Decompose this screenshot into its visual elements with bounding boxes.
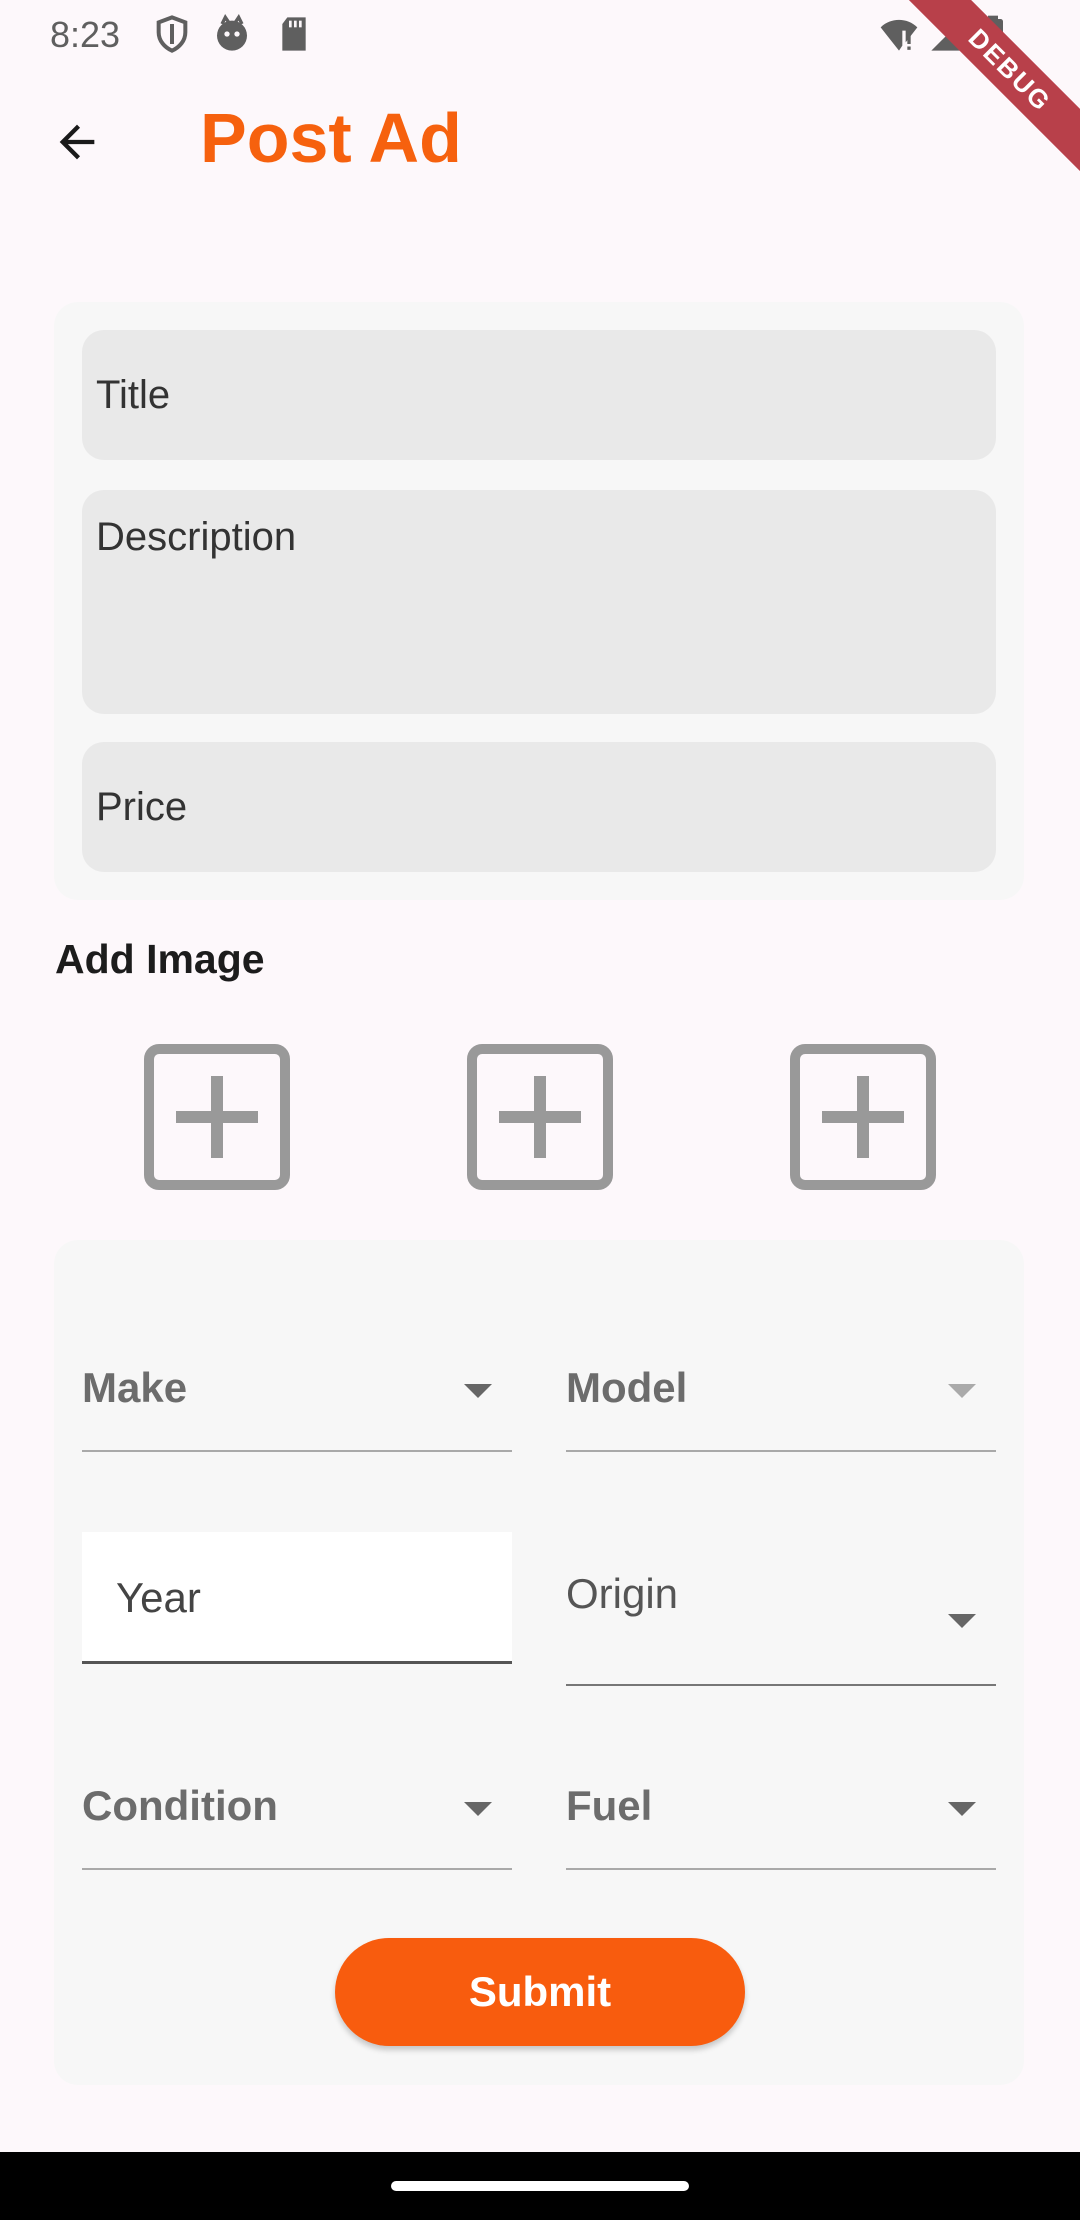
chevron-down-icon xyxy=(948,1384,976,1398)
chevron-down-icon xyxy=(464,1384,492,1398)
add-image-button-1[interactable] xyxy=(144,1044,290,1190)
chevron-down-icon xyxy=(464,1802,492,1816)
origin-underline xyxy=(566,1684,996,1686)
fuel-label: Fuel xyxy=(566,1782,653,1829)
chevron-down-icon xyxy=(948,1614,976,1628)
chevron-down-icon xyxy=(948,1802,976,1816)
add-image-button-3[interactable] xyxy=(790,1044,936,1190)
description-input[interactable]: Description xyxy=(82,490,996,714)
arrow-back-icon xyxy=(59,124,95,160)
price-input[interactable]: Price xyxy=(82,742,996,872)
submit-button[interactable]: Submit xyxy=(335,1938,745,2046)
origin-label: Origin xyxy=(566,1570,679,1617)
description-placeholder: Description xyxy=(96,515,297,559)
shield-icon xyxy=(156,15,188,53)
year-placeholder: Year xyxy=(116,1574,201,1621)
back-button[interactable] xyxy=(40,105,114,179)
year-input[interactable]: Year xyxy=(82,1532,512,1664)
vehicle-details-card: Make Model Year Origin Condition Fuel Su… xyxy=(54,1240,1024,2085)
fuel-underline xyxy=(566,1868,996,1870)
add-image-button-2[interactable] xyxy=(467,1044,613,1190)
origin-dropdown[interactable]: Origin xyxy=(566,1570,996,1686)
status-time: 8:23 xyxy=(50,14,121,55)
make-label: Make xyxy=(82,1364,188,1411)
condition-dropdown[interactable]: Condition xyxy=(82,1778,512,1870)
fuel-dropdown[interactable]: Fuel xyxy=(566,1778,996,1870)
price-placeholder: Price xyxy=(96,785,188,829)
debug-banner: DEBUG xyxy=(895,0,1080,185)
condition-underline xyxy=(82,1868,512,1870)
model-label: Model xyxy=(566,1364,688,1411)
title-input[interactable]: Title xyxy=(82,330,996,460)
add-image-label: Add Image xyxy=(55,936,265,982)
make-dropdown[interactable]: Make xyxy=(82,1360,512,1452)
face-icon xyxy=(217,14,247,51)
condition-label: Condition xyxy=(82,1782,278,1829)
sd-card-icon xyxy=(282,17,306,51)
wifi-alert-icon xyxy=(880,19,918,51)
ad-details-card: Title Description Price xyxy=(54,302,1024,900)
model-underline xyxy=(566,1450,996,1452)
title-placeholder: Title xyxy=(96,373,171,417)
home-handle[interactable] xyxy=(391,2181,689,2191)
page-title: Post Ad xyxy=(200,99,462,177)
make-underline xyxy=(82,1450,512,1452)
model-dropdown[interactable]: Model xyxy=(566,1360,996,1452)
